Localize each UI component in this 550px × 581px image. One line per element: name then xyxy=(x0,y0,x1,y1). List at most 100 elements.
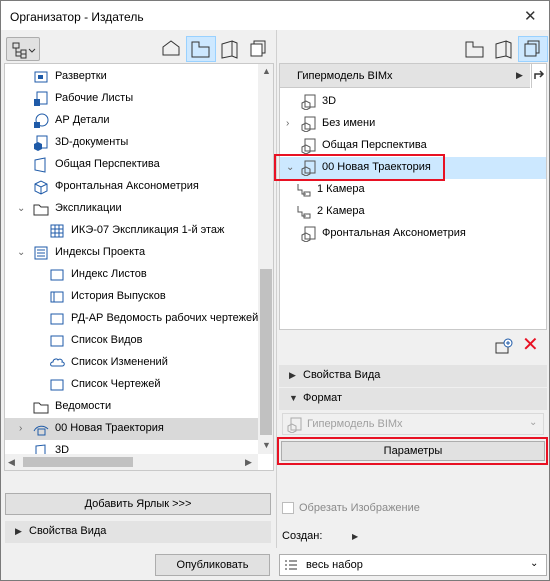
tree-item[interactable]: Список Изменений xyxy=(5,352,273,374)
cloud-icon xyxy=(50,358,65,367)
index-item-icon xyxy=(50,335,64,347)
set-select[interactable]: весь набор ⌄ xyxy=(279,554,547,576)
crop-image-label: Обрезать Изображение xyxy=(299,502,420,514)
folder-icon xyxy=(33,402,49,414)
layout-book-icon xyxy=(221,40,238,59)
tree-item[interactable]: 3D-документы xyxy=(5,132,273,154)
index-icon xyxy=(34,246,48,260)
publisher-set-header[interactable]: Гипермодель BIMx ▶ xyxy=(280,64,530,88)
right-layout-book-tab[interactable] xyxy=(489,36,519,62)
delete-x-icon: ✕ xyxy=(522,334,539,356)
camera-icon xyxy=(297,184,311,197)
tree-item[interactable]: ⌄ Экспликации xyxy=(5,198,273,220)
chevron-down-icon[interactable]: ⌄ xyxy=(17,203,25,214)
publisher-tab[interactable] xyxy=(244,36,274,62)
layout-book-tab[interactable] xyxy=(215,36,245,62)
elevation-icon xyxy=(34,71,48,83)
project-map-button[interactable] xyxy=(6,37,40,61)
close-icon[interactable]: ✕ xyxy=(524,7,537,25)
title-bar: Организатор - Издатель ✕ xyxy=(0,0,550,30)
tree-item[interactable]: ИКЭ-07 Экспликация 1-й этаж xyxy=(5,220,273,242)
house-icon xyxy=(162,40,180,56)
scroll-down-icon[interactable]: ▼ xyxy=(262,440,271,450)
tree-item[interactable]: Список Чертежей xyxy=(5,374,273,396)
layout-book-icon xyxy=(495,40,512,59)
tree-item[interactable]: Список Видов xyxy=(5,330,273,352)
view-properties-section[interactable]: ▶ Свойства Вида xyxy=(279,365,547,387)
tree-item[interactable]: РД-АР Ведомость рабочих чертежей xyxy=(5,308,273,330)
scroll-right-icon[interactable]: ▶ xyxy=(245,457,252,468)
tree-item[interactable]: Фронтальная Аксонометрия xyxy=(5,176,273,198)
index-item-icon xyxy=(50,379,64,391)
tree-item[interactable]: Развертки xyxy=(5,66,273,88)
hscroll-thumb[interactable] xyxy=(23,457,133,467)
highlight-box-trajectory xyxy=(274,154,445,181)
project-map-tab[interactable] xyxy=(156,36,186,62)
list-icon xyxy=(285,560,297,570)
right-publisher-tab[interactable] xyxy=(518,36,548,62)
chevron-right-icon[interactable]: › xyxy=(19,423,22,434)
chevron-down-icon: ⌄ xyxy=(529,417,538,428)
sort-icon xyxy=(534,70,545,79)
scroll-thumb[interactable] xyxy=(260,269,272,435)
horizontal-scrollbar[interactable]: ◀ ▶ xyxy=(5,454,258,470)
tree-item[interactable]: Ведомости xyxy=(5,396,273,418)
new-folder-icon xyxy=(495,338,513,354)
format-select[interactable]: Гипермодель BIMx ⌄ xyxy=(282,413,544,435)
tree-item[interactable]: История Выпусков xyxy=(5,286,273,308)
folder-icon xyxy=(33,204,49,216)
publish-button[interactable]: Опубликовать xyxy=(155,554,270,576)
perspective-icon xyxy=(34,157,46,173)
add-shortcut-button[interactable]: Добавить Ярлык >>> xyxy=(5,493,271,515)
created-arrow-icon[interactable]: ▶ xyxy=(352,532,358,541)
tree-item[interactable]: АР Детали xyxy=(5,110,273,132)
3d-doc-icon xyxy=(301,116,316,132)
right-view-map-tab[interactable] xyxy=(460,36,490,62)
chevron-down-icon[interactable]: ⌄ xyxy=(17,247,25,258)
publish-item[interactable]: 1 Камера xyxy=(280,179,546,201)
header-arrow-icon[interactable]: ▶ xyxy=(516,70,523,81)
axonometry-icon xyxy=(34,180,48,195)
tree-item[interactable]: Индекс Листов xyxy=(5,264,273,286)
chevron-right-icon[interactable]: › xyxy=(286,118,289,129)
format-value: Гипермодель BIMx xyxy=(307,418,403,430)
vertical-scrollbar[interactable]: ▲ ▼ xyxy=(258,64,273,454)
highlight-box-parameters xyxy=(277,437,548,465)
view-properties-section-left[interactable]: ▶ Свойства Вида xyxy=(5,521,271,543)
crop-image-checkbox[interactable] xyxy=(282,502,294,514)
publish-item[interactable]: › Без имени xyxy=(280,113,546,135)
tree-item-selected[interactable]: › 00 Новая Траектория xyxy=(5,418,273,440)
view-map-tab[interactable] xyxy=(186,36,216,62)
camera-path-icon xyxy=(33,425,49,436)
tree-item[interactable]: Рабочие Листы xyxy=(5,88,273,110)
collapse-icon: ▼ xyxy=(289,393,298,403)
camera-icon xyxy=(297,206,311,219)
publish-item[interactable]: 2 Камера xyxy=(280,201,546,223)
publisher-set-label: Гипермодель BIMx xyxy=(297,70,393,82)
publish-item[interactable]: 3D xyxy=(280,91,546,113)
window-title: Организатор - Издатель xyxy=(10,10,144,24)
scroll-up-icon[interactable]: ▲ xyxy=(262,66,271,76)
pane-divider[interactable] xyxy=(276,30,277,548)
tree-item[interactable]: Общая Перспектива xyxy=(5,154,273,176)
view-map-icon xyxy=(191,41,210,58)
expand-icon: ▶ xyxy=(15,526,22,536)
3d-doc-icon xyxy=(301,94,316,110)
publisher-set-tree: Гипермодель BIMx ▶ 3D › Без имени Общая П… xyxy=(279,63,547,330)
publisher-sets-icon xyxy=(250,40,266,57)
index-item-icon xyxy=(50,291,64,303)
scroll-left-icon[interactable]: ◀ xyxy=(8,457,15,468)
tree-item[interactable]: ⌄ Индексы Проекта xyxy=(5,242,273,264)
view-map-tree: Развертки Рабочие Листы АР Детали 3D-док… xyxy=(4,63,274,471)
publish-item[interactable]: Фронтальная Аксонометрия xyxy=(280,223,546,245)
sort-button[interactable] xyxy=(531,64,546,88)
new-item-button[interactable] xyxy=(494,337,514,357)
publisher-sets-icon xyxy=(524,40,540,57)
chevron-down-icon: ⌄ xyxy=(530,558,539,569)
index-item-icon xyxy=(50,313,64,325)
worksheet-icon xyxy=(34,91,48,106)
delete-button[interactable]: ✕ xyxy=(522,335,539,355)
created-label: Создан: xyxy=(282,530,323,542)
format-section[interactable]: ▼ Формат xyxy=(279,388,547,410)
schedule-icon xyxy=(50,224,64,238)
